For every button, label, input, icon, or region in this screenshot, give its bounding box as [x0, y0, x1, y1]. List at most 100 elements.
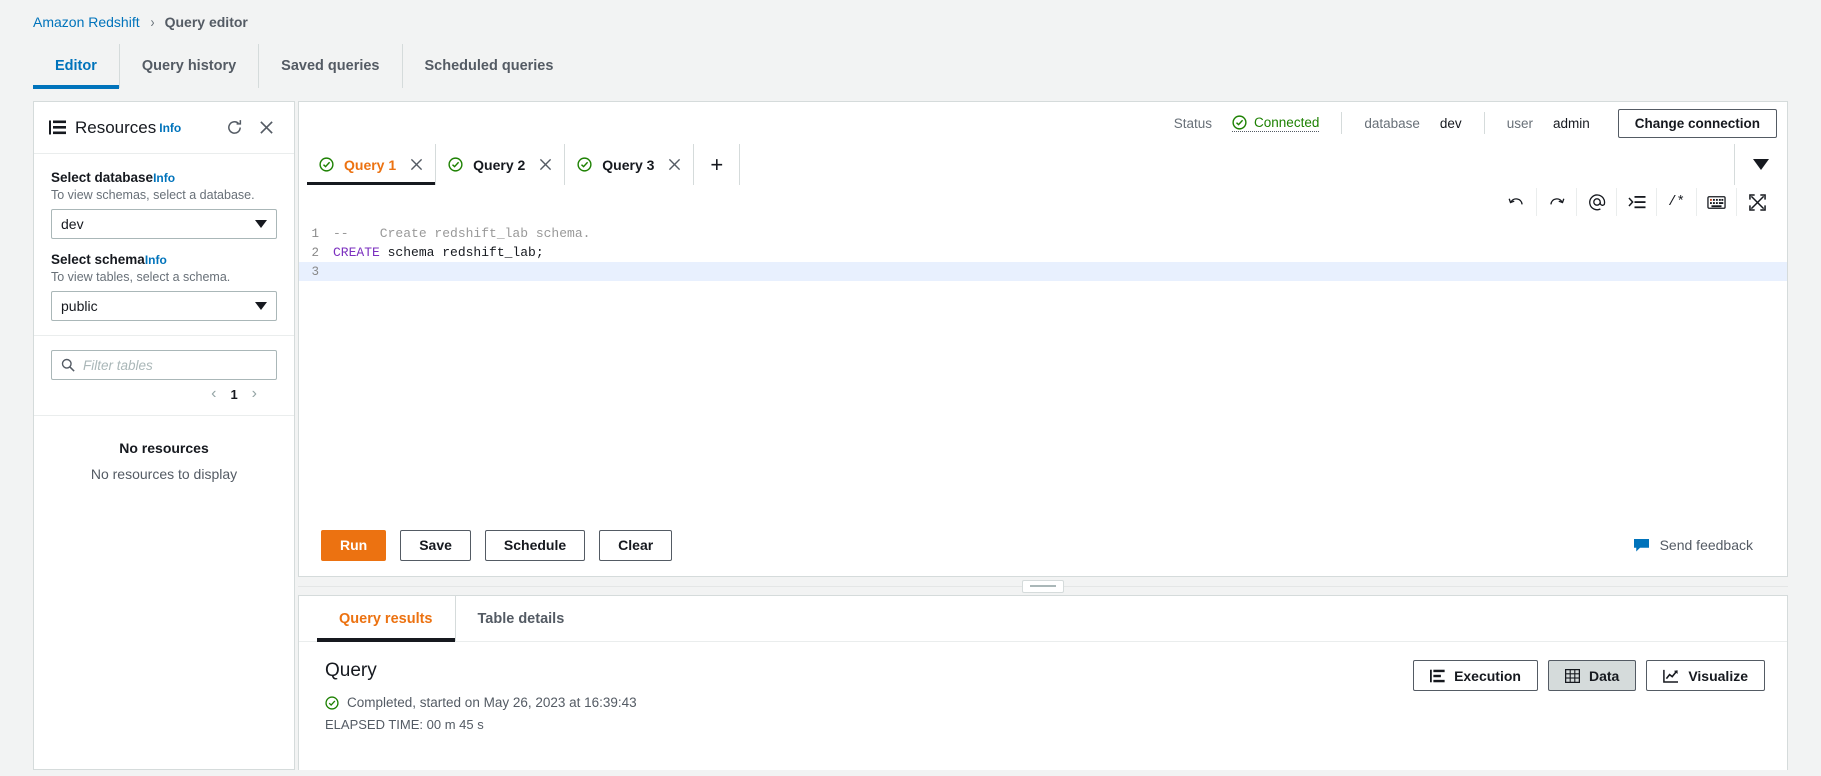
tab-saved-queries-label: Saved queries — [281, 58, 380, 74]
tab-editor[interactable]: Editor — [33, 44, 120, 89]
results-status-text: Completed, started on May 26, 2023 at 16… — [347, 695, 637, 710]
grip-line-icon — [1030, 585, 1056, 587]
code-text: schema redshift_lab; — [379, 245, 544, 260]
query-tabs-dropdown-button[interactable] — [1734, 144, 1787, 185]
tab-bar-spacer — [740, 144, 1734, 185]
tab-saved-queries[interactable]: Saved queries — [259, 44, 403, 88]
chevron-down-icon — [1753, 159, 1769, 170]
breadcrumb-separator-icon: › — [150, 13, 155, 31]
select-schema-hint: To view tables, select a schema. — [51, 270, 231, 284]
add-query-tab-button[interactable]: + — [694, 144, 741, 185]
results-panel: Query results Table details Query Comple… — [298, 595, 1788, 770]
comment-icon[interactable]: /* — [1657, 188, 1697, 216]
schema-select[interactable]: public — [51, 291, 277, 321]
search-icon — [61, 358, 75, 372]
indent-icon[interactable] — [1617, 188, 1657, 216]
query-tab-3-label: Query 3 — [602, 156, 655, 173]
divider — [1341, 112, 1343, 134]
line-number: 2 — [311, 245, 319, 260]
run-button[interactable]: Run — [321, 529, 387, 561]
comment-glyph: /* — [1668, 194, 1685, 210]
save-button[interactable]: Save — [400, 529, 471, 561]
tab-table-details[interactable]: Table details — [456, 596, 587, 641]
resources-panel: Resources Info Select databaseInfo To vi — [33, 101, 295, 770]
data-view-button[interactable]: Data — [1547, 660, 1637, 691]
speech-bubble-icon — [1633, 538, 1650, 553]
status-label: Status — [1173, 115, 1213, 131]
status-badge-connected[interactable]: Connected — [1232, 115, 1320, 132]
results-view-toggle: Execution Data Visualize — [1403, 660, 1765, 732]
sql-code-editor[interactable]: 1 -- Create redshift_lab schema. 2 CREAT… — [298, 219, 1788, 514]
primary-tab-bar: Editor Query history Saved queries Sched… — [0, 44, 1821, 89]
at-sign-icon[interactable] — [1577, 188, 1617, 216]
tab-query-history[interactable]: Query history — [120, 44, 260, 88]
main-layout: Resources Info Select databaseInfo To vi — [0, 101, 1821, 771]
query-tab-2-label: Query 2 — [473, 156, 526, 173]
tab-table-details-label: Table details — [477, 610, 565, 627]
user-value: admin — [1552, 115, 1590, 131]
resources-panel-header: Resources Info — [34, 102, 294, 154]
resources-filter-section: Filter tables ‹ 1 › — [34, 336, 294, 403]
select-database-info-link[interactable]: Info — [153, 171, 175, 185]
breadcrumb-link-amazon-redshift[interactable]: Amazon Redshift — [33, 14, 140, 30]
database-label: database — [1364, 115, 1420, 131]
resources-pagination: ‹ 1 › — [51, 380, 277, 403]
close-icon[interactable] — [253, 115, 279, 141]
undo-icon[interactable] — [1497, 188, 1537, 216]
change-connection-button[interactable]: Change connection — [1617, 108, 1777, 138]
tab-scheduled-queries[interactable]: Scheduled queries — [403, 44, 576, 88]
divider — [1483, 112, 1485, 134]
keyboard-icon[interactable] — [1697, 188, 1737, 216]
code-keyword: CREATE — [333, 245, 380, 260]
query-tab-2[interactable]: Query 2 — [436, 144, 566, 185]
line-number: 1 — [311, 226, 319, 241]
results-status: Completed, started on May 26, 2023 at 16… — [325, 695, 1403, 710]
database-select[interactable]: dev — [51, 209, 277, 239]
resources-info-link[interactable]: Info — [159, 121, 181, 135]
query-tab-1[interactable]: Query 1 — [307, 144, 437, 185]
editor-content: Status Connected database dev user admin… — [298, 101, 1788, 770]
redo-icon[interactable] — [1537, 188, 1577, 216]
close-icon[interactable] — [668, 158, 681, 171]
pane-resize-handle[interactable] — [298, 577, 1788, 595]
results-summary: Query Completed, started on May 26, 2023… — [325, 660, 1403, 732]
results-tab-bar: Query results Table details — [299, 596, 1787, 642]
close-icon[interactable] — [539, 158, 552, 171]
query-tab-bar: Query 1 Query 2 Query 3 + — [298, 144, 1788, 185]
database-value: dev — [1439, 115, 1462, 131]
breadcrumb: Amazon Redshift › Query editor — [0, 0, 1821, 44]
refresh-icon[interactable] — [221, 115, 247, 141]
schedule-button[interactable]: Schedule — [484, 529, 586, 561]
check-circle-icon — [448, 157, 463, 172]
results-title: Query — [325, 660, 377, 681]
database-select-value: dev — [61, 216, 84, 232]
clear-button-label: Clear — [618, 537, 654, 553]
select-schema-info-link[interactable]: Info — [145, 253, 167, 267]
schema-select-value: public — [61, 298, 98, 314]
breadcrumb-current-query-editor: Query editor — [164, 14, 248, 30]
visualize-view-label: Visualize — [1688, 667, 1748, 684]
select-database-label: Select databaseInfo — [51, 170, 277, 185]
pagination-page-1[interactable]: 1 — [230, 387, 237, 402]
query-tab-3[interactable]: Query 3 — [565, 144, 695, 185]
code-line-active: 3 — [299, 262, 1787, 281]
clear-button[interactable]: Clear — [599, 529, 673, 561]
pagination-next-button[interactable]: › — [252, 385, 257, 403]
tab-query-results[interactable]: Query results — [317, 596, 456, 642]
change-connection-label: Change connection — [1634, 115, 1760, 131]
pagination-prev-button[interactable]: ‹ — [211, 385, 216, 403]
send-feedback-label: Send feedback — [1659, 537, 1753, 553]
check-circle-icon — [325, 695, 339, 710]
visualize-view-button[interactable]: Visualize — [1646, 660, 1765, 691]
send-feedback-link[interactable]: Send feedback — [1633, 537, 1753, 553]
resize-grip[interactable] — [1022, 579, 1064, 593]
connection-status-bar: Status Connected database dev user admin… — [298, 101, 1788, 144]
chevron-down-icon — [255, 220, 267, 228]
run-button-label: Run — [340, 537, 368, 553]
expand-icon[interactable] — [1737, 188, 1777, 216]
execution-icon — [1430, 669, 1445, 683]
execution-view-button[interactable]: Execution — [1413, 660, 1538, 691]
execution-view-label: Execution — [1454, 667, 1521, 684]
filter-tables-input[interactable]: Filter tables — [51, 350, 277, 380]
close-icon[interactable] — [410, 158, 423, 171]
